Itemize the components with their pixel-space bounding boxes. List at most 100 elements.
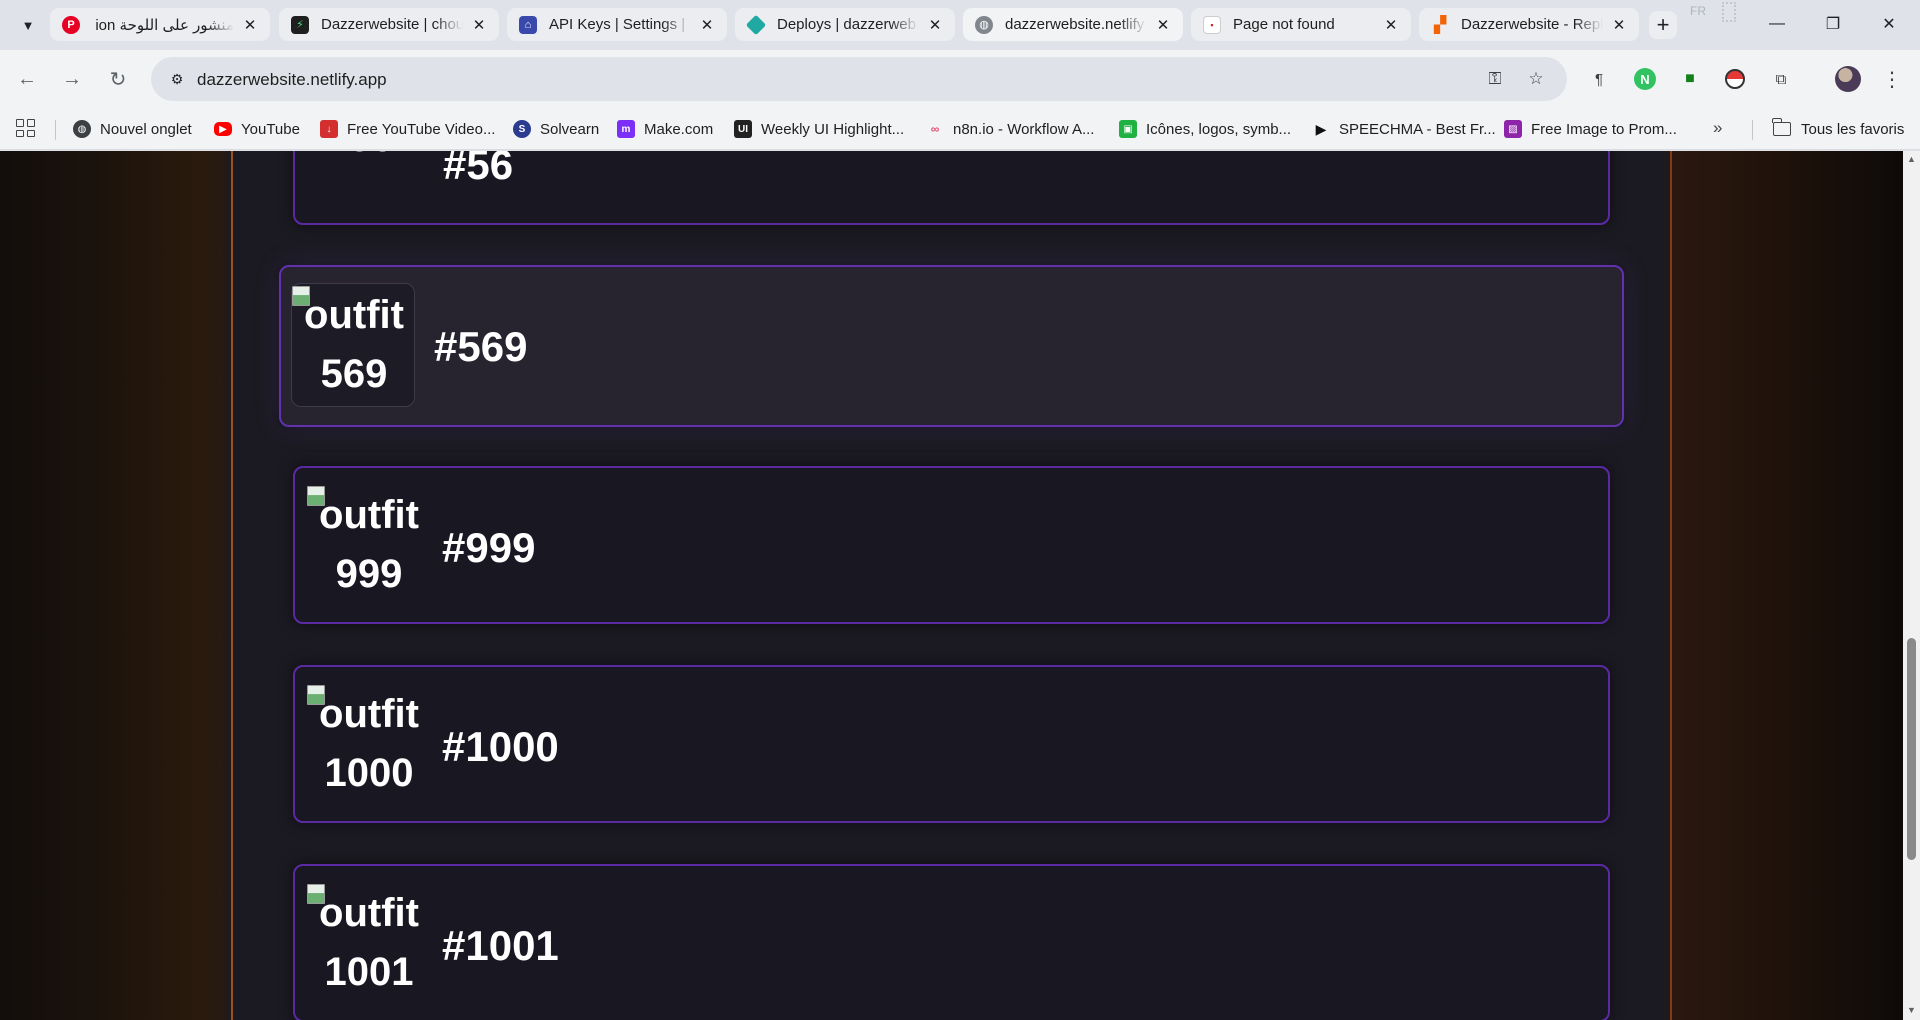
right-edge-line — [1670, 151, 1672, 1020]
speechma-icon: ▶ — [1315, 120, 1327, 137]
thumbnail-alt-text: outfit 1001 — [307, 884, 431, 1002]
close-window-button[interactable]: ✕ — [1866, 6, 1912, 42]
minimize-button[interactable]: — — [1754, 6, 1800, 42]
new-tab-button[interactable]: + — [1649, 11, 1677, 39]
fullscreen-icon — [1722, 2, 1736, 22]
tab-api-keys[interactable]: ⌂ API Keys | Settings | C ✕ — [507, 8, 727, 41]
bookmark-label: Free YouTube Video... — [347, 120, 496, 138]
outfit-card-hovered[interactable]: outfit 569 #569 — [279, 265, 1624, 427]
tab-deploys[interactable]: Deploys | dazzerweb ✕ — [735, 8, 955, 41]
close-icon[interactable]: ✕ — [469, 15, 489, 35]
outfit-thumbnail: 56 — [309, 151, 433, 233]
chevron-double-right-icon[interactable]: » — [1713, 118, 1722, 138]
tab-pinterest[interactable]: P منشور على اللوحة ion ✕ — [50, 8, 270, 41]
all-bookmarks-label: Tous les favoris — [1801, 120, 1905, 138]
tab-bolt[interactable]: ⚡ Dazzerwebsite | chou ✕ — [279, 8, 499, 41]
close-icon[interactable]: ✕ — [240, 15, 260, 35]
bookmark-item[interactable]: m Make.com — [617, 116, 713, 142]
reload-icon: ↻ — [109, 68, 127, 91]
page-scrollbar[interactable]: ▲ ▼ — [1903, 151, 1920, 1020]
bookmark-item[interactable]: ◍ Nouvel onglet — [73, 116, 192, 142]
forward-button[interactable]: → — [57, 64, 87, 94]
thumbnail-alt-line2: 56 — [309, 151, 433, 168]
page-icon: ▪ — [1203, 15, 1221, 34]
tab-dazzerwebsite-active[interactable]: ◍ dazzerwebsite.netlify ✕ — [963, 8, 1183, 41]
all-bookmarks-button[interactable]: Tous les favoris — [1772, 116, 1905, 142]
key-icon[interactable]: ⚿ — [1483, 67, 1507, 91]
reload-button[interactable]: ↻ — [103, 64, 133, 94]
restore-icon: ❐ — [1825, 16, 1841, 33]
outfit-card[interactable]: outfit 999 #999 — [293, 466, 1610, 624]
apps-icon[interactable] — [14, 117, 36, 139]
outfit-card[interactable]: 56 #56 — [293, 151, 1610, 225]
arrow-right-icon: → — [62, 67, 82, 90]
pokeball-extension-button[interactable] — [1722, 66, 1748, 92]
star-icon[interactable]: ☆ — [1524, 67, 1548, 91]
close-icon: ✕ — [1882, 16, 1896, 33]
site-info-button[interactable]: ⚙ — [163, 65, 191, 93]
pokeball-icon — [1725, 69, 1745, 89]
close-icon[interactable]: ✕ — [697, 15, 717, 35]
bookmark-item[interactable]: ▨ Free Image to Prom... — [1504, 116, 1677, 142]
thumbnail-alt-text: outfit 1000 — [307, 685, 431, 803]
grammarly-extension-button[interactable]: N — [1632, 66, 1658, 92]
bookmark-item[interactable]: UI Weekly UI Highlight... — [734, 116, 904, 142]
outfit-card[interactable]: outfit 1000 #1000 — [293, 665, 1610, 823]
outfit-thumbnail: outfit 569 — [291, 283, 415, 407]
avatar[interactable] — [1835, 66, 1861, 92]
close-icon[interactable]: ✕ — [1381, 15, 1401, 35]
outfit-thumbnail: outfit 999 — [307, 484, 431, 608]
close-icon[interactable]: ✕ — [1153, 15, 1173, 35]
bookmark-label: Make.com — [644, 120, 714, 138]
tab-page-not-found[interactable]: ▪ Page not found ✕ — [1191, 8, 1411, 41]
reader-icon[interactable]: ¶ — [1586, 66, 1612, 92]
page-viewport: 56 #56 outfit 569 #569 outfit 999 #999 — [0, 151, 1903, 1020]
bookmark-label: SPEECHMA - Best Fr... — [1339, 120, 1496, 138]
extensions-icon[interactable]: ⧉ — [1768, 66, 1794, 92]
tab-title: API Keys | Settings | C — [549, 16, 691, 33]
icons8-icon: ▣ — [1119, 120, 1137, 138]
tune-icon: ⚙ — [170, 70, 184, 87]
back-button[interactable]: ← — [12, 64, 42, 94]
bookmark-item[interactable]: ↓ Free YouTube Video... — [320, 116, 495, 142]
thumbnail-alt-line2: 999 — [335, 552, 403, 596]
tab-title: Deploys | dazzerweb — [777, 16, 916, 33]
bookmark-item[interactable]: S Solvearn — [513, 116, 599, 142]
pinterest-icon: P — [62, 15, 80, 34]
chat-extension-icon[interactable]: ■ — [1677, 66, 1703, 92]
replit-icon: ▞ — [1433, 16, 1447, 34]
bookmark-label: Weekly UI Highlight... — [761, 120, 905, 138]
thumbnail-alt-line1: outfit — [319, 493, 419, 537]
close-icon[interactable]: ✕ — [925, 15, 945, 35]
bookmark-item[interactable]: ▣ Icônes, logos, symb... — [1119, 116, 1291, 142]
close-icon[interactable]: ✕ — [1609, 15, 1629, 35]
scrollbar-thumb[interactable] — [1907, 638, 1916, 860]
globe-icon: ◍ — [975, 15, 993, 34]
youtube-icon: ▶ — [214, 122, 232, 136]
n-extension-icon: N — [1634, 68, 1656, 90]
bookmark-item[interactable]: ∞ n8n.io - Workflow A... — [926, 116, 1095, 142]
tab-search-button[interactable]: ▼ — [14, 11, 42, 39]
arrow-left-icon: ← — [17, 67, 37, 90]
n8n-icon: ∞ — [930, 122, 940, 136]
scroll-up-arrow-icon[interactable]: ▲ — [1907, 155, 1916, 164]
menu-icon[interactable]: ⋮ — [1880, 64, 1904, 94]
bookmark-label: Nouvel onglet — [100, 120, 192, 138]
netlify-icon — [745, 14, 767, 35]
bookmark-item[interactable]: ▶ YouTube — [214, 116, 300, 142]
bookmark-item[interactable]: ▶ SPEECHMA - Best Fr... — [1312, 116, 1496, 142]
url-text[interactable]: dazzerwebsite.netlify.app — [197, 70, 387, 90]
tab-title: dazzerwebsite.netlify — [1005, 16, 1145, 33]
thumbnail-alt-text: outfit 569 — [292, 286, 416, 404]
scroll-down-arrow-icon[interactable]: ▼ — [1907, 1006, 1916, 1015]
outfit-card[interactable]: outfit 1001 #1001 — [293, 864, 1610, 1020]
restore-button[interactable]: ❐ — [1810, 6, 1856, 42]
divider — [1752, 120, 1753, 140]
bookmarks-bar: ◍ Nouvel onglet ▶ YouTube ↓ Free YouTube… — [0, 108, 1920, 150]
tab-replit[interactable]: ▞ Dazzerwebsite - Repl ✕ — [1419, 8, 1639, 41]
tab-strip: ▼ P منشور على اللوحة ion ✕ ⚡ Dazzerwebsi… — [0, 0, 1920, 50]
address-bar[interactable]: ⚙ dazzerwebsite.netlify.app ⚿ ☆ — [151, 57, 1567, 101]
left-edge-line — [231, 151, 233, 1020]
solvearn-icon: S — [513, 120, 531, 138]
outfit-number: #1000 — [442, 723, 559, 770]
